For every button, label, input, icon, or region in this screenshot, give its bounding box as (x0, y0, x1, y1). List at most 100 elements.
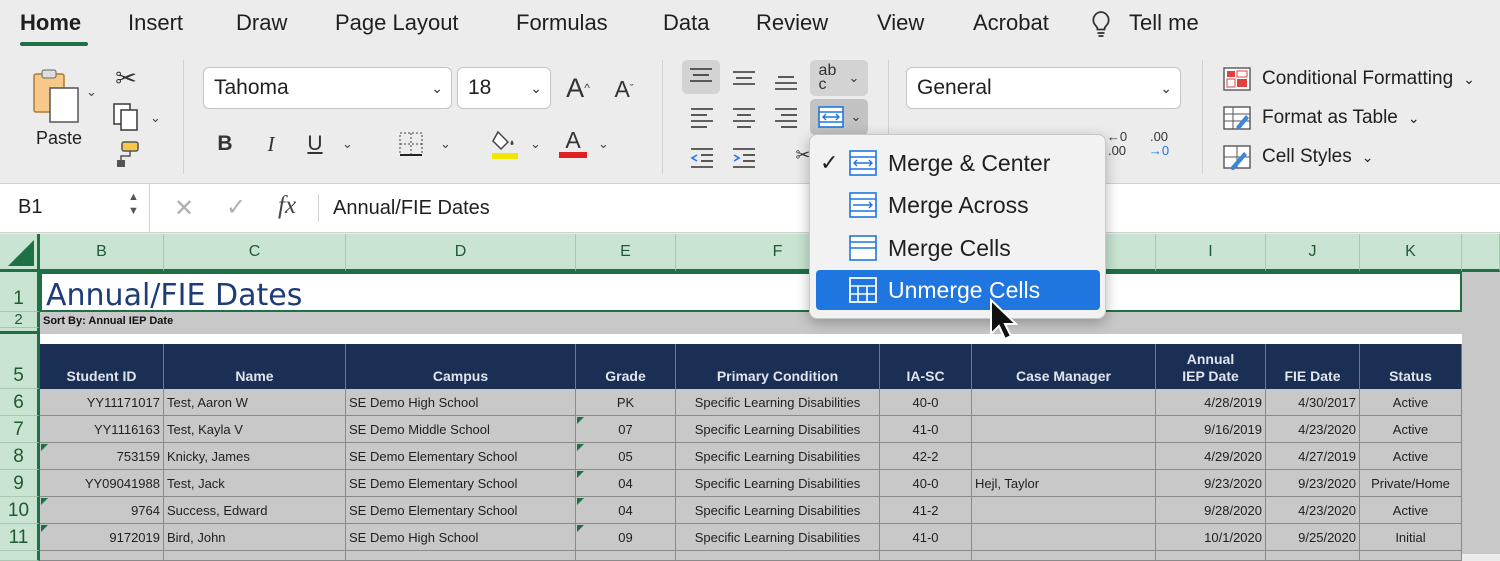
name-box-stepper-icon[interactable]: ▲ ▼ (128, 190, 139, 218)
cell-student-id[interactable]: YY11171017 (40, 389, 164, 416)
cell-student-id[interactable]: YY09041988 (40, 470, 164, 497)
cell-fie-date[interactable]: 4/23/2020 (1266, 416, 1360, 443)
cell-partial[interactable] (1156, 551, 1266, 561)
cell-fie-date[interactable]: 4/23/2020 (1266, 497, 1360, 524)
formula-content[interactable]: Annual/FIE Dates (333, 197, 490, 220)
header-student-id[interactable]: Student ID (40, 344, 164, 389)
align-left-button[interactable] (684, 102, 720, 132)
merge-and-center-button[interactable]: ⌄ (810, 99, 868, 135)
cell-annual-iep-date[interactable]: 9/23/2020 (1156, 470, 1266, 497)
name-box[interactable]: B1 ▲ ▼ (0, 184, 150, 232)
cell-annual-iep-date[interactable]: 9/28/2020 (1156, 497, 1266, 524)
header-primary-condition[interactable]: Primary Condition (676, 344, 880, 389)
cell-annual-iep-date[interactable]: 9/16/2019 (1156, 416, 1266, 443)
cell-status[interactable]: Active (1360, 443, 1462, 470)
cell-primary-condition[interactable]: Specific Learning Disabilities (676, 497, 880, 524)
cell-ia-sc[interactable]: 40-0 (880, 470, 972, 497)
row-header-11[interactable]: 11 (0, 524, 40, 551)
cell-partial[interactable] (676, 551, 880, 561)
tab-page-layout[interactable]: Page Layout (335, 10, 459, 36)
cell-fie-date[interactable]: 9/25/2020 (1266, 524, 1360, 551)
cell-student-id[interactable]: 753159 (40, 443, 164, 470)
header-status[interactable]: Status (1360, 344, 1462, 389)
column-header-next[interactable] (1462, 234, 1500, 272)
cell-ia-sc[interactable]: 41-2 (880, 497, 972, 524)
align-center-button[interactable] (726, 102, 762, 132)
wrap-text-button[interactable]: ab c ⌄ (810, 60, 868, 96)
cell-name[interactable]: Bird, John (164, 524, 346, 551)
cell-partial[interactable] (40, 551, 164, 561)
cell-campus[interactable]: SE Demo High School (346, 389, 576, 416)
align-bottom-button[interactable] (768, 64, 804, 96)
cell-ia-sc[interactable]: 41-0 (880, 416, 972, 443)
fill-color-icon[interactable] (488, 124, 522, 162)
cell-partial[interactable] (1266, 551, 1360, 561)
format-painter-icon[interactable] (110, 138, 144, 170)
column-header-e[interactable]: E (576, 234, 676, 272)
cell-case-manager[interactable]: Hejl, Taylor (972, 470, 1156, 497)
cell-case-manager[interactable] (972, 524, 1156, 551)
cell-case-manager[interactable] (972, 416, 1156, 443)
header-name[interactable]: Name (164, 344, 346, 389)
cell-student-id[interactable]: 9172019 (40, 524, 164, 551)
cell-grade[interactable]: PK (576, 389, 676, 416)
font-name-combo[interactable]: Tahoma ⌄ (203, 67, 452, 109)
italic-button[interactable]: I (256, 128, 286, 160)
row-header-6[interactable]: 6 (0, 389, 40, 416)
cell-primary-condition[interactable]: Specific Learning Disabilities (676, 524, 880, 551)
cell-name[interactable]: Test, Aaron W (164, 389, 346, 416)
cell-campus[interactable]: SE Demo Elementary School (346, 443, 576, 470)
cell-name[interactable]: Knicky, James (164, 443, 346, 470)
tab-review[interactable]: Review (756, 10, 828, 36)
cell-grade[interactable]: 09 (576, 524, 676, 551)
cell-campus[interactable]: SE Demo Elementary School (346, 470, 576, 497)
cell-ia-sc[interactable]: 40-0 (880, 389, 972, 416)
cell-case-manager[interactable] (972, 497, 1156, 524)
tab-insert[interactable]: Insert (128, 10, 183, 36)
row-header-7[interactable]: 7 (0, 416, 40, 443)
tab-home[interactable]: Home (20, 10, 81, 36)
column-header-b[interactable]: B (40, 234, 164, 272)
cell-student-id[interactable]: 9764 (40, 497, 164, 524)
cell-grade[interactable]: 05 (576, 443, 676, 470)
cell-ia-sc[interactable]: 42-2 (880, 443, 972, 470)
cell-status[interactable]: Active (1360, 416, 1462, 443)
font-color-chevron-icon[interactable]: ⌄ (598, 136, 609, 152)
underline-button[interactable]: U (300, 128, 330, 160)
cell-ia-sc[interactable]: 41-0 (880, 524, 972, 551)
tab-formulas[interactable]: Formulas (516, 10, 608, 36)
tell-me-search[interactable]: Tell me (1129, 10, 1199, 36)
menu-item-unmerge-cells[interactable]: Unmerge Cells (816, 270, 1100, 310)
tab-acrobat[interactable]: Acrobat (973, 10, 1049, 36)
header-campus[interactable]: Campus (346, 344, 576, 389)
cell-fie-date[interactable]: 4/27/2019 (1266, 443, 1360, 470)
format-as-table-button[interactable]: Format as Table ⌄ (1222, 103, 1420, 133)
cell-partial[interactable] (576, 551, 676, 561)
column-header-k[interactable]: K (1360, 234, 1462, 272)
insert-function-icon[interactable]: fx (278, 192, 296, 220)
tab-data[interactable]: Data (663, 10, 709, 36)
cut-icon[interactable]: ✂ (112, 62, 140, 94)
underline-options-chevron-icon[interactable]: ⌄ (342, 136, 353, 152)
cell-partial[interactable] (164, 551, 346, 561)
align-top-button[interactable] (682, 60, 720, 94)
decrease-font-size-button[interactable]: Aˇ (608, 72, 640, 106)
cell-name[interactable]: Success, Edward (164, 497, 346, 524)
borders-chevron-icon[interactable]: ⌄ (440, 136, 451, 152)
cell-grade[interactable]: 04 (576, 497, 676, 524)
cell-student-id[interactable]: YY1116163 (40, 416, 164, 443)
column-header-i[interactable]: I (1156, 234, 1266, 272)
increase-indent-button[interactable] (726, 142, 762, 172)
cell-status[interactable]: Initial (1360, 524, 1462, 551)
cell-partial[interactable] (972, 551, 1156, 561)
header-grade[interactable]: Grade (576, 344, 676, 389)
borders-icon[interactable] (394, 128, 428, 160)
cell-grade[interactable]: 07 (576, 416, 676, 443)
decrease-decimal-button[interactable]: .00 →0 (1142, 126, 1176, 162)
select-all-corner[interactable] (0, 234, 40, 272)
row-header-9[interactable]: 9 (0, 470, 40, 497)
cell-primary-condition[interactable]: Specific Learning Disabilities (676, 416, 880, 443)
row-header-8[interactable]: 8 (0, 443, 40, 470)
row-header-12[interactable] (0, 551, 40, 561)
cell-primary-condition[interactable]: Specific Learning Disabilities (676, 389, 880, 416)
